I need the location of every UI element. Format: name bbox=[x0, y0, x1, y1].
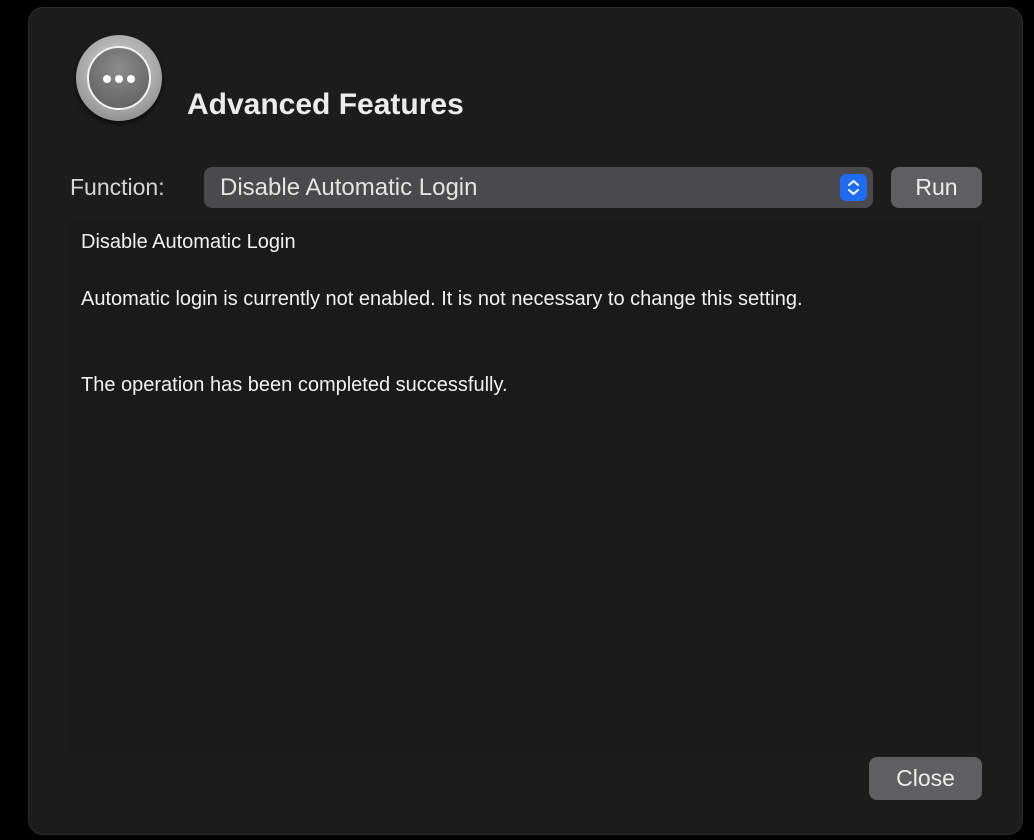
more-options-icon bbox=[76, 35, 162, 121]
dialog-title: Advanced Features bbox=[187, 88, 464, 121]
icon-dot bbox=[127, 75, 135, 83]
close-button[interactable]: Close bbox=[869, 757, 982, 800]
advanced-features-dialog: Advanced Features Function: Disable Auto… bbox=[29, 8, 1022, 834]
function-select-value: Disable Automatic Login bbox=[220, 174, 478, 201]
up-down-chevron-icon[interactable] bbox=[840, 174, 867, 201]
icon-dot bbox=[103, 75, 111, 83]
function-label: Function: bbox=[70, 174, 165, 200]
output-heading: Disable Automatic Login bbox=[81, 231, 296, 253]
output-message: Automatic login is currently not enabled… bbox=[81, 288, 803, 310]
icon-dot bbox=[115, 75, 123, 83]
more-options-icon-face bbox=[87, 46, 151, 110]
run-button[interactable]: Run bbox=[891, 167, 982, 208]
function-select[interactable]: Disable Automatic Login bbox=[204, 167, 873, 208]
output-status: The operation has been completed success… bbox=[81, 374, 508, 396]
output-panel: Disable Automatic Login Automatic login … bbox=[69, 221, 982, 753]
